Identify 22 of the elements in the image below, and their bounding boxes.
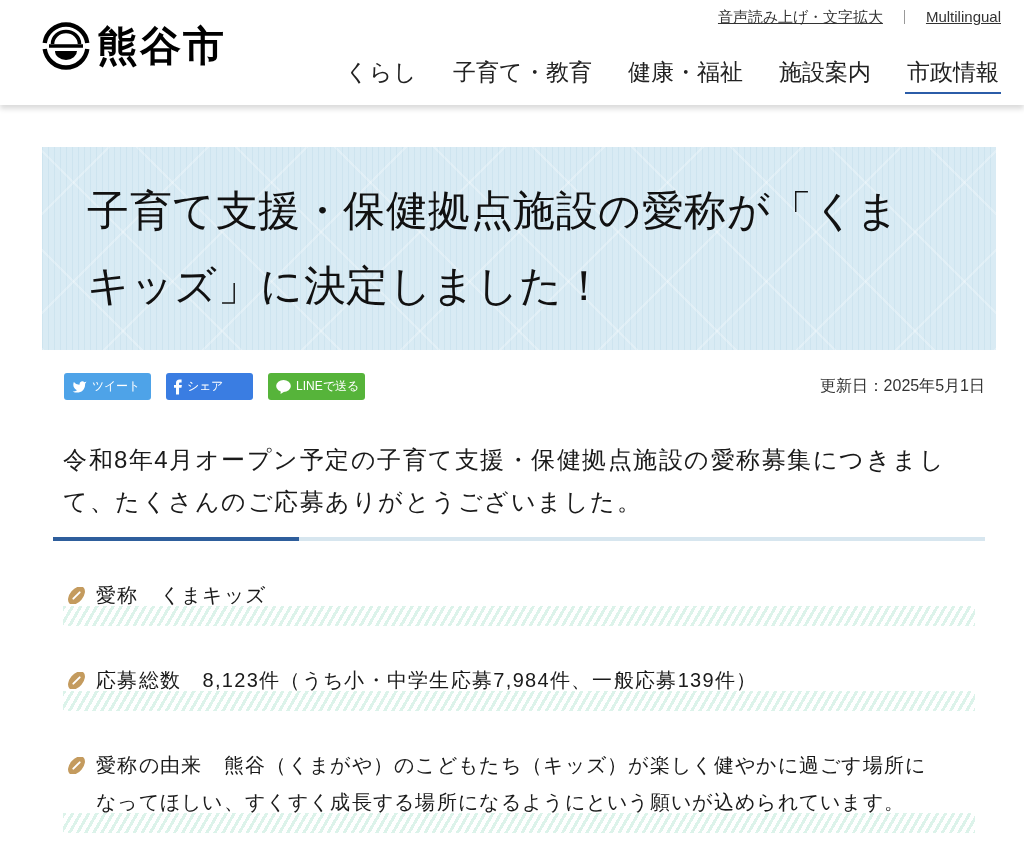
nav-tab[interactable]: 施設案内	[777, 57, 873, 94]
bullet-icon	[68, 671, 85, 689]
update-date: 更新日：2025年5月1日	[819, 376, 985, 396]
nav-tab[interactable]: くらし	[343, 57, 419, 94]
bullet-icon	[68, 586, 85, 604]
page-title: 子育て支援・保健拠点施設の愛称が「くまキッズ」に決定しました！	[87, 186, 901, 311]
logo-link[interactable]: 熊谷市	[42, 22, 226, 70]
item-text: 愛称の由来 熊谷（くまがや）のこどもたち（キッズ）が楽しく健やかに過ごす場所になってほしい、すくすく成長する場所になるようにという願いが込められています。	[96, 752, 928, 815]
share-button[interactable]: シェア	[166, 373, 253, 400]
nav-tab[interactable]: 子育て・教育	[451, 57, 594, 94]
nav-tab[interactable]: 健康・福祉	[626, 57, 745, 94]
utility-link[interactable]: 音声読み上げ・文字拡大	[717, 8, 883, 26]
nav-tab[interactable]: 市政情報	[905, 57, 1001, 94]
utility-link[interactable]: Multilingual	[925, 8, 1001, 26]
speech-bubble-icon	[276, 379, 291, 394]
emblem-icon	[42, 22, 90, 70]
intro-text: 令和8年4月オープン予定の子育て支援・保健拠点施設の愛称募集につきまして、たくさんのご応募ありがとうございました。	[62, 445, 947, 517]
f-icon	[174, 378, 182, 395]
item-text: 愛称 くまキッズ	[96, 582, 267, 608]
bird-icon	[72, 380, 87, 393]
item-text: 応募総数 8,123件（うち小・中学生応募7,984件、一般応募139件）	[96, 667, 758, 693]
bullet-icon	[68, 756, 85, 774]
